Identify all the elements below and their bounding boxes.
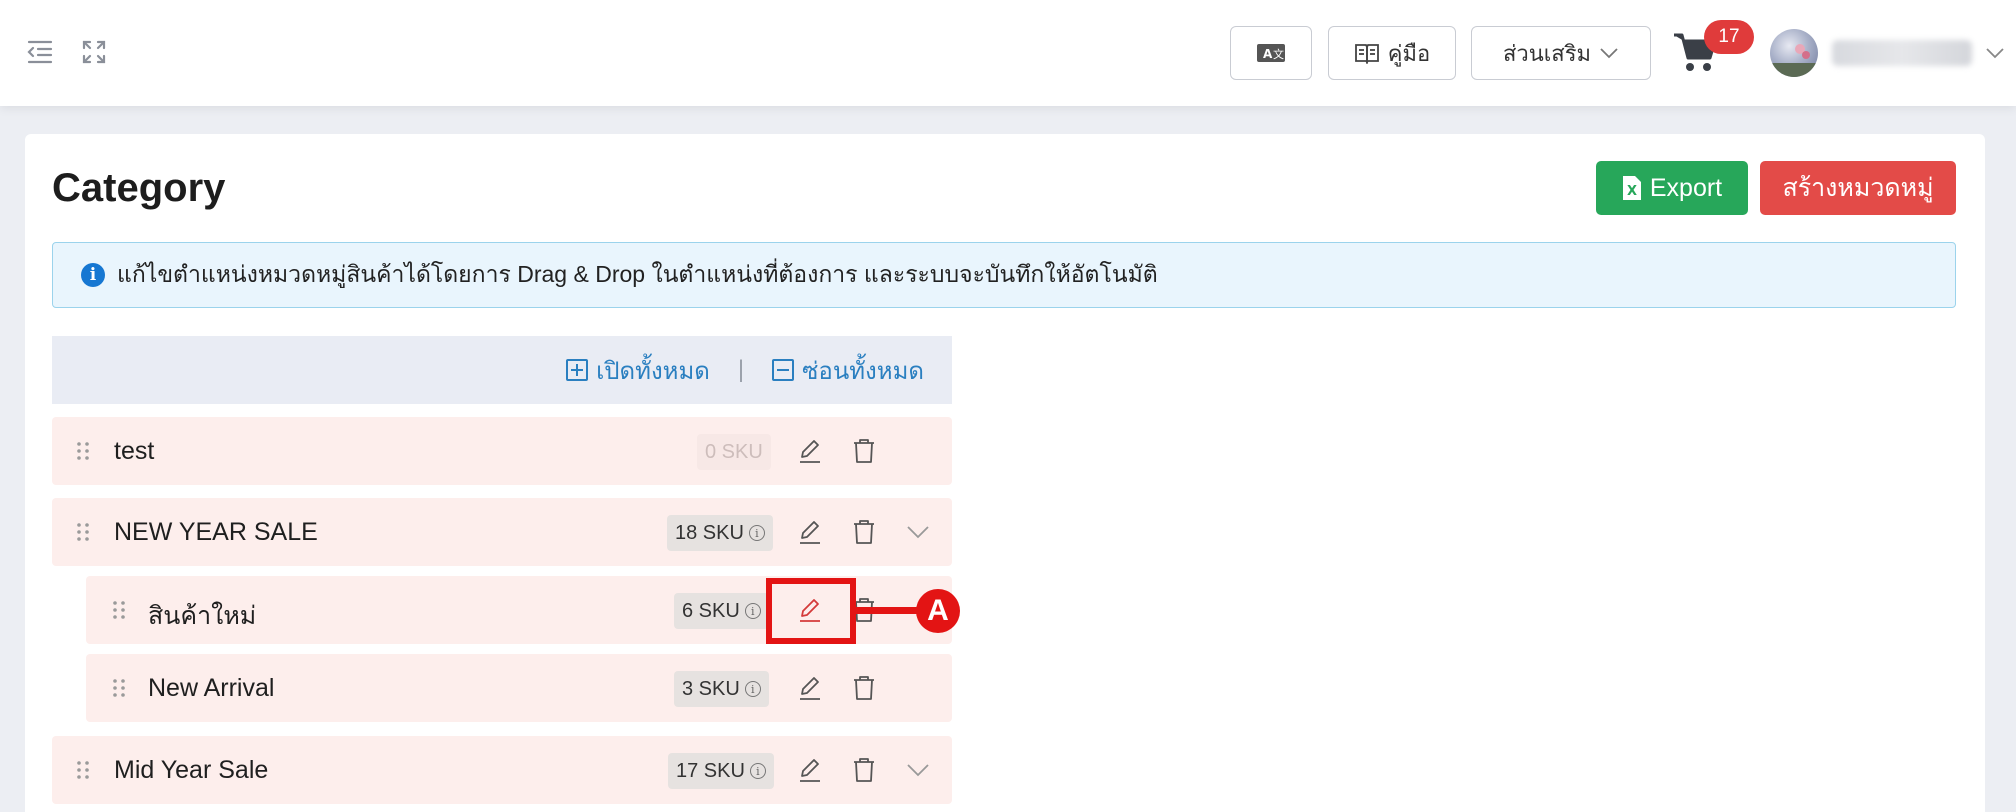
category-row[interactable]: NEW YEAR SALE 18 SKU i (52, 498, 952, 566)
info-alert: i แก้ไขตำแหน่งหมวดหมู่สินค้าได้โดยการ Dr… (52, 242, 1956, 308)
fullscreen-icon[interactable] (78, 36, 110, 68)
sku-count: 6 SKU (682, 599, 740, 622)
collapse-menu-icon[interactable] (24, 36, 56, 68)
info-small-icon[interactable]: i (744, 681, 761, 697)
create-category-label: สร้างหมวดหมู่ (1782, 174, 1934, 202)
annotation-highlight-box (766, 578, 856, 644)
category-name: New Arrival (148, 674, 275, 702)
info-small-icon[interactable]: i (744, 603, 761, 619)
translate-button[interactable]: A文 (1230, 26, 1312, 80)
edit-icon[interactable] (796, 518, 824, 546)
sku-count-badge: 17 SKU i (668, 753, 774, 789)
drag-handle-icon[interactable] (76, 760, 90, 780)
chevron-down-icon (1600, 48, 1618, 59)
sku-count-badge: 0 SKU (697, 434, 771, 470)
export-button[interactable]: X Export (1596, 161, 1748, 215)
drag-handle-icon[interactable] (112, 600, 126, 620)
export-label: Export (1649, 173, 1723, 202)
page-title: Category (52, 166, 226, 210)
sku-count-badge: 18 SKU i (667, 515, 773, 551)
create-category-button[interactable]: สร้างหมวดหมู่ (1760, 161, 1956, 215)
sku-count: 17 SKU (676, 759, 745, 782)
addons-dropdown[interactable]: ส่วนเสริม (1471, 26, 1651, 80)
drag-handle-icon[interactable] (76, 522, 90, 542)
sku-count: 3 SKU (682, 677, 740, 700)
minus-square-icon (772, 359, 795, 381)
user-menu-chevron-icon[interactable] (1984, 42, 2006, 64)
manual-label: คู่มือ (1387, 40, 1431, 66)
addons-label: ส่วนเสริม (1502, 40, 1592, 66)
category-name: NEW YEAR SALE (114, 518, 318, 546)
category-name: Mid Year Sale (114, 756, 269, 784)
trash-icon[interactable] (850, 437, 878, 465)
sku-count: 0 SKU (705, 440, 763, 463)
manual-button[interactable]: คู่มือ (1328, 26, 1456, 80)
trash-icon[interactable] (850, 674, 878, 702)
svg-text:文: 文 (1273, 47, 1284, 61)
category-row-child[interactable]: New Arrival 3 SKU i (86, 654, 952, 722)
book-icon (1354, 44, 1379, 64)
svg-text:A: A (1263, 47, 1273, 61)
edit-icon[interactable] (796, 674, 824, 702)
excel-file-icon: X (1622, 176, 1641, 200)
drag-handle-icon[interactable] (112, 678, 126, 698)
sku-count-badge: 6 SKU i (674, 593, 769, 629)
category-row[interactable]: test 0 SKU (52, 417, 952, 485)
collapse-all-label: ซ่อนทั้งหมด (802, 357, 924, 385)
expand-all-label: เปิดทั้งหมด (596, 357, 710, 385)
user-name-blurred[interactable] (1832, 40, 1972, 66)
info-small-icon[interactable]: i (749, 763, 766, 779)
chevron-down-icon[interactable] (906, 760, 930, 780)
annotation-badge: A (916, 589, 960, 633)
user-avatar[interactable] (1770, 29, 1818, 77)
trash-icon[interactable] (850, 756, 878, 784)
expand-all-link[interactable]: เปิดทั้งหมด (566, 351, 710, 390)
annotation-callout-line (856, 607, 918, 614)
top-navbar: A文 คู่มือ ส่วนเสริม 17 (0, 0, 2016, 106)
sku-count-badge: 3 SKU i (674, 671, 769, 707)
cart-count-badge: 17 (1704, 20, 1754, 54)
info-small-icon[interactable]: i (748, 525, 765, 541)
category-name: test (114, 437, 155, 465)
category-name: สินค้าใหม่ (148, 602, 257, 630)
info-text: แก้ไขตำแหน่งหมวดหมู่สินค้าได้โดยการ Drag… (117, 261, 1158, 287)
svg-text:X: X (1627, 184, 1637, 199)
tree-toolbar: เปิดทั้งหมด | ซ่อนทั้งหมด (52, 336, 952, 404)
sku-count: 18 SKU (675, 521, 744, 544)
translate-icon: A文 (1257, 44, 1285, 62)
drag-handle-icon[interactable] (76, 441, 90, 461)
edit-icon[interactable] (796, 437, 824, 465)
category-row[interactable]: Mid Year Sale 17 SKU i (52, 736, 952, 804)
trash-icon[interactable] (850, 518, 878, 546)
info-icon: i (81, 263, 105, 287)
edit-icon[interactable] (796, 756, 824, 784)
collapse-all-link[interactable]: ซ่อนทั้งหมด (772, 351, 924, 390)
chevron-down-icon[interactable] (906, 522, 930, 542)
toolbar-separator: | (737, 356, 745, 383)
plus-square-icon (566, 359, 589, 381)
